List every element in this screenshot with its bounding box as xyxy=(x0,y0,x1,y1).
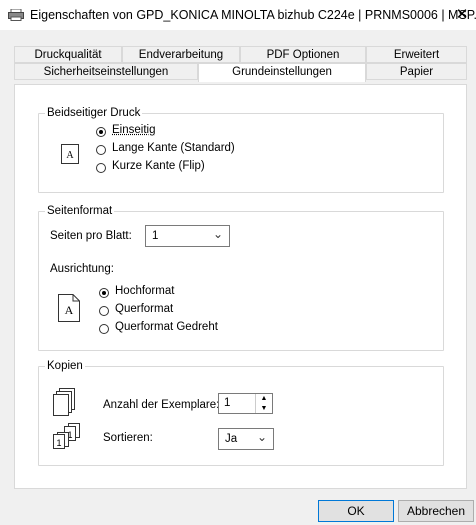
window-title: Eigenschaften von GPD_KONICA MINOLTA biz… xyxy=(30,8,476,22)
tab-label: Erweitert xyxy=(393,49,440,61)
tab-sicherheitseinstellungen[interactable]: Sicherheitseinstellungen xyxy=(14,63,198,80)
close-icon[interactable]: ✕ xyxy=(452,5,472,25)
copies-stepper[interactable]: 1 ▲ ▼ xyxy=(218,393,273,414)
portrait-page-icon: A xyxy=(58,294,80,325)
collate-select[interactable]: Ja ⌄ xyxy=(218,428,274,450)
pages-per-sheet-select[interactable]: 1 ⌄ xyxy=(145,225,230,247)
label-querformat-gedreht: Querformat Gedreht xyxy=(115,321,218,333)
copies-label: Anzahl der Exemplare: xyxy=(103,399,220,411)
copies-legend: Kopien xyxy=(47,360,83,372)
tab-label: Druckqualität xyxy=(34,49,102,61)
printer-icon xyxy=(8,8,24,21)
tab-label: PDF Optionen xyxy=(266,49,340,61)
tab-label: Endverarbeitung xyxy=(138,49,224,61)
pages-per-sheet-label: Seiten pro Blatt: xyxy=(50,230,132,242)
page-format-legend: Seitenformat xyxy=(47,205,113,217)
label-querformat: Querformat xyxy=(115,303,174,315)
tab-endverarbeitung[interactable]: Endverarbeitung xyxy=(122,46,240,63)
tab-papier[interactable]: Papier xyxy=(366,63,467,80)
pages-per-sheet-value: 1 xyxy=(152,230,159,242)
label-hochformat: Hochformat xyxy=(115,285,175,297)
svg-text:A: A xyxy=(65,303,74,317)
label-kurze-kante: Kurze Kante (Flip) xyxy=(112,160,205,172)
cancel-button[interactable]: Abbrechen xyxy=(398,500,474,522)
orientation-label: Ausrichtung: xyxy=(50,263,114,275)
duplex-legend: Beidseitiger Druck xyxy=(47,107,141,119)
chevron-down-icon: ⌄ xyxy=(256,430,267,444)
chevron-down-icon: ⌄ xyxy=(212,227,223,241)
svg-text:1: 1 xyxy=(56,438,61,448)
chevron-up-icon[interactable]: ▲ xyxy=(256,394,272,404)
radio-querformat[interactable] xyxy=(99,306,109,316)
chevron-down-icon[interactable]: ▼ xyxy=(256,404,272,414)
ok-button[interactable]: OK xyxy=(318,500,394,522)
svg-text:A: A xyxy=(66,150,74,161)
collate-value: Ja xyxy=(225,433,238,445)
tab-druckqualitaet[interactable]: Druckqualität xyxy=(14,46,122,63)
tab-erweitert[interactable]: Erweitert xyxy=(366,46,467,63)
tab-label: Papier xyxy=(399,66,434,78)
radio-einseitig[interactable] xyxy=(96,127,106,137)
tab-grundeinstellungen[interactable]: Grundeinstellungen xyxy=(198,63,366,82)
radio-lange-kante[interactable] xyxy=(96,145,106,155)
radio-hochformat[interactable] xyxy=(99,288,109,298)
tab-label: Sicherheitseinstellungen xyxy=(43,66,169,78)
stepper-buttons[interactable]: ▲ ▼ xyxy=(255,394,272,413)
radio-querformat-gedreht[interactable] xyxy=(99,324,109,334)
label-lange-kante: Lange Kante (Standard) xyxy=(112,142,235,154)
tab-pdf-optionen[interactable]: PDF Optionen xyxy=(240,46,366,63)
collate-label: Sortieren: xyxy=(103,432,153,444)
radio-kurze-kante[interactable] xyxy=(96,163,106,173)
label-einseitig: Einseitig xyxy=(112,124,156,136)
collate-icon: 2121 xyxy=(53,423,83,452)
tab-label: Grundeinstellungen xyxy=(232,66,332,78)
page-a-icon: A xyxy=(61,144,79,167)
copies-value: 1 xyxy=(224,397,231,409)
copies-stack-icon xyxy=(52,388,76,421)
